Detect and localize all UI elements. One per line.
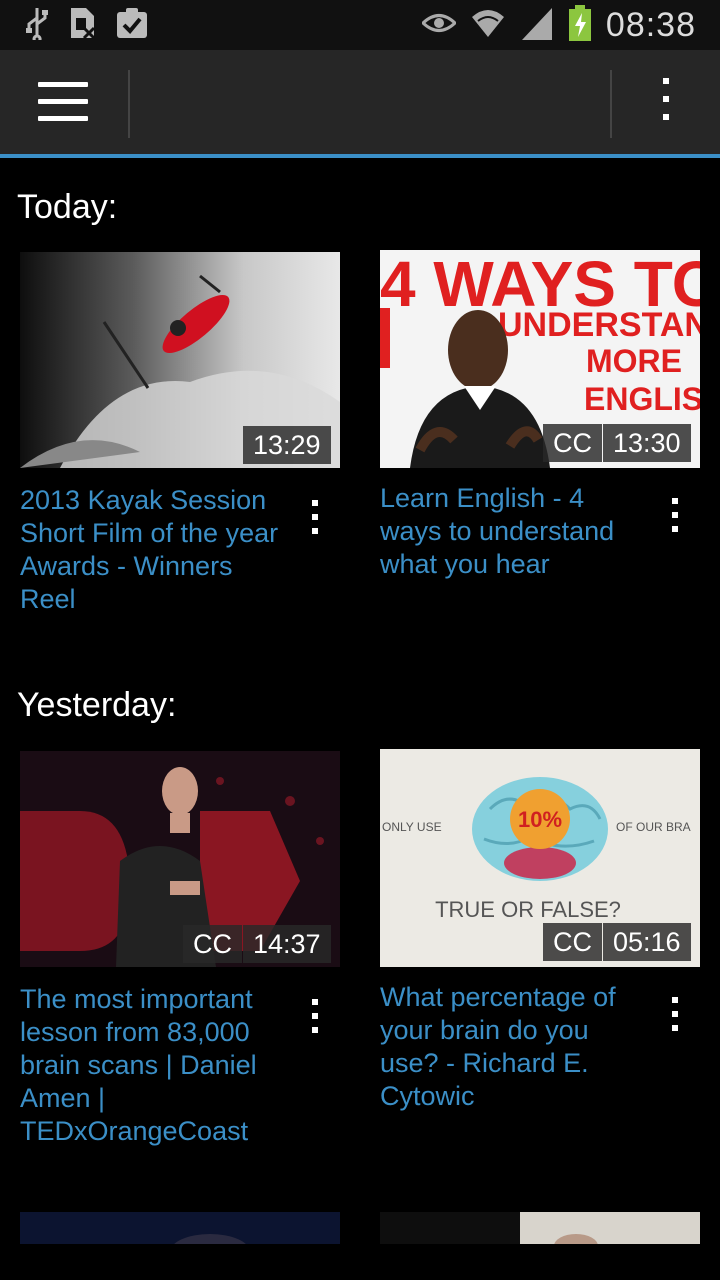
app-bar-divider bbox=[610, 70, 612, 138]
no-sim-icon bbox=[68, 6, 98, 45]
signal-icon bbox=[520, 6, 554, 45]
wifi-icon bbox=[470, 5, 506, 46]
section-title-yesterday: Yesterday: bbox=[17, 686, 177, 724]
hamburger-menu-icon[interactable] bbox=[38, 82, 88, 126]
video-menu-icon[interactable] bbox=[312, 999, 320, 1039]
video-menu-icon[interactable] bbox=[312, 500, 320, 540]
video-title[interactable]: What percentage of your brain do you use… bbox=[380, 981, 650, 1113]
video-thumbnail-partial[interactable] bbox=[20, 1212, 340, 1244]
duration-badge: 05:16 bbox=[603, 923, 691, 961]
video-thumbnail[interactable]: 13:29 bbox=[20, 252, 340, 468]
thumb-percentage: 10% bbox=[518, 807, 562, 832]
thumb-headline: UNDERSTAN bbox=[498, 306, 700, 344]
overflow-menu-icon[interactable] bbox=[650, 78, 682, 130]
status-bar: 08:38 bbox=[0, 0, 720, 50]
eye-icon bbox=[420, 12, 458, 39]
app-bar-divider bbox=[128, 70, 130, 138]
video-thumbnail-partial[interactable] bbox=[380, 1212, 700, 1244]
battery-charging-icon bbox=[568, 4, 592, 46]
video-title[interactable]: The most important lesson from 83,000 br… bbox=[20, 983, 290, 1148]
video-card[interactable]: CC 14:37 The most important lesson from … bbox=[20, 751, 340, 1146]
cc-badge: CC bbox=[543, 424, 602, 462]
section-title-today: Today: bbox=[17, 188, 118, 226]
thumb-headline: ENGLIS bbox=[584, 381, 700, 417]
video-menu-icon[interactable] bbox=[672, 498, 680, 538]
cc-badge: CC bbox=[183, 925, 242, 963]
duration-badge: 14:37 bbox=[243, 925, 331, 963]
video-thumbnail[interactable]: 10% ONLY USE OF OUR BRA TRUE OR FALSE? C… bbox=[380, 749, 700, 967]
video-card[interactable]: 10% ONLY USE OF OUR BRA TRUE OR FALSE? C… bbox=[380, 749, 700, 1111]
video-thumbnail[interactable]: CC 14:37 bbox=[20, 751, 340, 967]
video-card[interactable]: 4 WAYS TO UNDERSTAN MORE ENGLIS CC 13:30… bbox=[380, 250, 700, 579]
video-title[interactable]: 2013 Kayak Session Short Film of the yea… bbox=[20, 484, 290, 616]
duration-badge: 13:30 bbox=[603, 424, 691, 462]
duration-badge: 13:29 bbox=[243, 426, 331, 464]
video-thumbnail[interactable]: 4 WAYS TO UNDERSTAN MORE ENGLIS CC 13:30 bbox=[380, 250, 700, 468]
cc-badge: CC bbox=[543, 923, 602, 961]
video-card[interactable]: 13:29 2013 Kayak Session Short Film of t… bbox=[20, 252, 340, 614]
video-menu-icon[interactable] bbox=[672, 997, 680, 1037]
thumb-caption: ONLY USE bbox=[382, 820, 442, 834]
thumb-headline: MORE bbox=[586, 343, 682, 379]
app-bar bbox=[0, 50, 720, 158]
thumb-caption: OF OUR BRA bbox=[616, 820, 691, 834]
clock: 08:38 bbox=[605, 5, 696, 44]
video-title[interactable]: Learn English - 4 ways to understand wha… bbox=[380, 482, 650, 581]
clipboard-check-icon bbox=[116, 7, 148, 44]
thumb-caption: TRUE OR FALSE? bbox=[435, 897, 621, 922]
usb-icon bbox=[24, 6, 50, 45]
